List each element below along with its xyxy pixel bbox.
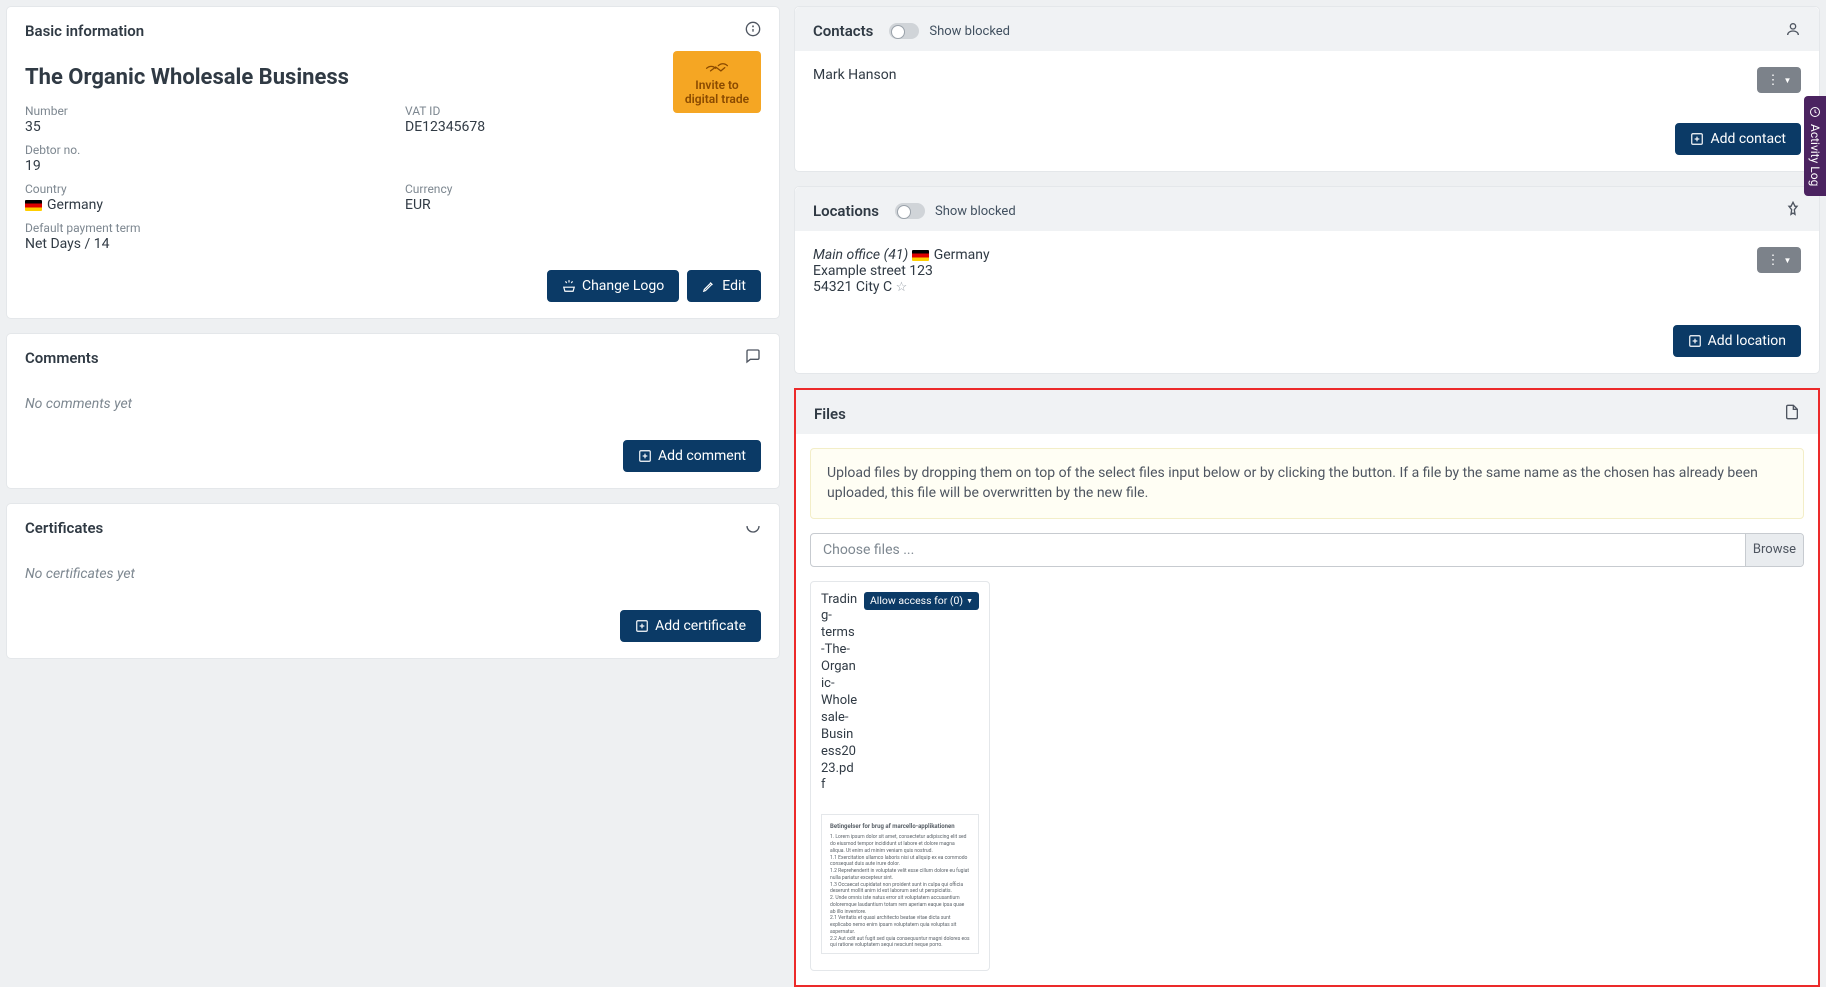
change-logo-button[interactable]: Change Logo [547,270,679,302]
contact-actions-button[interactable]: ⋮▼ [1757,67,1801,93]
add-certificate-button[interactable]: Add certificate [620,610,761,642]
vat-label: VAT ID [405,104,625,118]
payment-value: Net Days / 14 [25,236,405,252]
contact-name: Mark Hanson [813,67,896,83]
payment-label: Default payment term [25,221,405,235]
currency-label: Currency [405,182,625,196]
contacts-show-blocked-toggle[interactable] [889,23,919,39]
country-value: Germany [25,197,405,213]
invite-digital-trade-button[interactable]: Invite to digital trade [673,51,761,113]
locations-show-blocked-label: Show blocked [935,204,1016,219]
location-office: Main office (41) [813,247,908,263]
info-icon[interactable] [745,21,761,41]
flag-de-icon [912,250,929,261]
activity-log-tab[interactable]: Activity Log [1804,96,1826,196]
file-name: Trading-terms-The-Organic-Wholesale-Busi… [821,592,858,795]
debtor-label: Debtor no. [25,143,405,157]
star-icon[interactable]: ☆ [896,280,908,295]
user-icon [1785,21,1801,41]
basic-info-card: Basic information The Organic Wholesale … [6,6,780,319]
currency-value: EUR [405,197,625,213]
chat-icon [745,348,761,368]
edit-button[interactable]: Edit [687,270,761,302]
upload-hint: Upload files by dropping them on top of … [810,448,1804,519]
browse-button[interactable]: Browse [1745,534,1803,566]
debtor-value: 19 [25,158,405,174]
certs-empty: No certificates yet [25,562,761,592]
file-input-placeholder: Choose files ... [811,534,1745,566]
number-label: Number [25,104,405,118]
file-icon [1784,404,1800,424]
file-card: Trading-terms-The-Organic-Wholesale-Busi… [810,581,990,972]
flag-de-icon [25,200,42,211]
file-input[interactable]: Choose files ... Browse [810,533,1804,567]
file-preview[interactable]: Betingelser for brug af marcello-applika… [821,814,979,954]
location-item: Main office (41) Germany Example street … [813,247,990,295]
number-value: 35 [25,119,405,135]
contacts-card: Contacts Show blocked Mark Hanson ⋮▼ [794,6,1820,172]
vat-value: DE12345678 [405,119,625,135]
add-location-button[interactable]: Add location [1673,325,1801,357]
contacts-show-blocked-label: Show blocked [929,24,1010,39]
locations-header: Locations [813,202,879,220]
country-label: Country [25,182,405,196]
contacts-header: Contacts [813,22,873,40]
spinner-icon [745,518,761,538]
location-city: 54321 City C [813,279,892,295]
files-card: Files Upload files by dropping them on t… [794,388,1820,987]
file-access-badge[interactable]: Allow access for (0) ▼ [864,592,979,610]
company-name: The Organic Wholesale Business [25,65,761,90]
location-street: Example street 123 [813,263,990,279]
location-actions-button[interactable]: ⋮▼ [1757,247,1801,273]
location-country: Germany [934,247,990,263]
add-contact-button[interactable]: Add contact [1675,123,1801,155]
comments-header: Comments [25,349,99,367]
comments-card: Comments No comments yet Add comment [6,333,780,489]
files-header: Files [814,405,846,423]
comments-empty: No comments yet [25,392,761,422]
locations-show-blocked-toggle[interactable] [895,203,925,219]
locations-card: Locations Show blocked Main office (41) … [794,186,1820,374]
certificates-header: Certificates [25,519,103,537]
add-comment-button[interactable]: Add comment [623,440,761,472]
basic-info-header: Basic information [25,22,144,40]
certificates-card: Certificates No certificates yet Add cer… [6,503,780,659]
pin-icon [1785,201,1801,221]
